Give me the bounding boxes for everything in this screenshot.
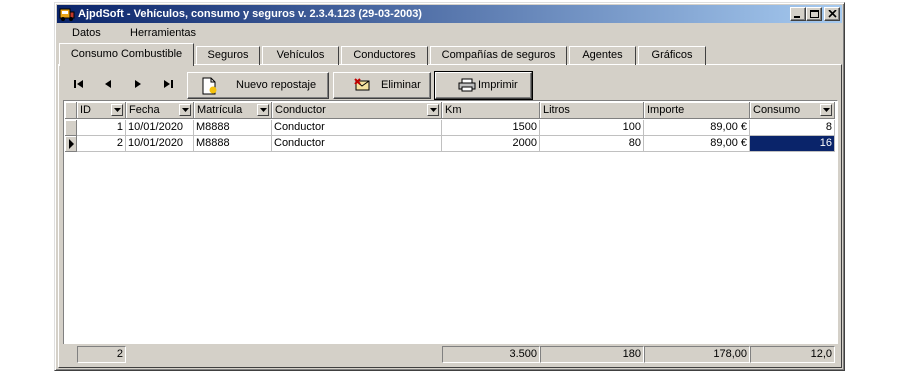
row-indicator[interactable] (65, 136, 77, 152)
new-refuel-label: Nuevo repostaje (236, 79, 317, 91)
delete-label: Eliminar (381, 79, 421, 91)
col-header-conductor[interactable]: Conductor (272, 102, 442, 119)
table-cell[interactable]: 80 (540, 136, 644, 152)
maximize-button[interactable] (806, 7, 822, 21)
chevron-down-icon[interactable] (820, 104, 832, 116)
table-cell[interactable]: 8 (750, 120, 835, 136)
close-button[interactable] (824, 7, 840, 21)
table-cell[interactable]: 1500 (442, 120, 540, 136)
table-cell[interactable]: 10/01/2020 (126, 136, 194, 152)
minimize-button[interactable] (790, 7, 806, 21)
tab-strip: Consumo Combustible Seguros Vehículos Co… (55, 43, 844, 66)
tab-vehiculos[interactable]: Vehículos (262, 46, 339, 65)
col-header-km[interactable]: Km (442, 102, 540, 119)
chevron-down-icon[interactable] (257, 104, 269, 116)
table-cell[interactable]: 89,00 € (644, 120, 750, 136)
table-cell[interactable]: 2000 (442, 136, 540, 152)
total-km: 3.500 (442, 346, 540, 363)
tab-seguros[interactable]: Seguros (196, 46, 260, 65)
total-importe: 178,00 (644, 346, 750, 363)
selected-cell[interactable]: 16 (750, 136, 835, 152)
tab-agentes[interactable]: Agentes (569, 46, 636, 65)
col-header-matricula[interactable]: Matrícula (194, 102, 272, 119)
chevron-down-icon[interactable] (179, 104, 191, 116)
total-id-count: 2 (77, 346, 126, 363)
total-litros: 180 (540, 346, 644, 363)
table-cell[interactable]: 10/01/2020 (126, 120, 194, 136)
col-header-consumo[interactable]: Consumo (750, 102, 835, 119)
title-bar[interactable]: AjpdSoft - Vehículos, consumo y seguros … (57, 5, 842, 23)
app-icon (59, 8, 75, 21)
new-refuel-button[interactable]: Nuevo repostaje (187, 72, 329, 99)
delete-icon (354, 78, 370, 91)
col-header-fecha[interactable]: Fecha (126, 102, 194, 119)
next-record-icon[interactable] (131, 77, 145, 91)
print-button[interactable]: Imprimir (434, 71, 533, 100)
row-indicator[interactable] (65, 120, 77, 136)
chevron-down-icon[interactable] (111, 104, 123, 116)
window-title: AjpdSoft - Vehículos, consumo y seguros … (78, 8, 422, 20)
last-record-icon[interactable] (161, 77, 175, 91)
col-header-id[interactable]: ID (77, 102, 126, 119)
printer-icon (458, 78, 476, 92)
table-cell[interactable]: 2 (77, 136, 126, 152)
table-cell[interactable]: M8888 (194, 120, 272, 136)
data-grid[interactable]: ID Fecha Matrícula Conductor Km Litros I… (63, 100, 838, 362)
total-consumo: 12,0 (750, 346, 835, 363)
maximize-icon (810, 10, 819, 18)
table-cell[interactable]: Conductor (272, 120, 442, 136)
first-record-icon[interactable] (72, 77, 86, 91)
menu-bar: Datos Herramientas (57, 24, 842, 43)
table-cell[interactable]: 1 (77, 120, 126, 136)
delete-button[interactable]: Eliminar (333, 72, 431, 99)
prior-record-icon[interactable] (101, 77, 115, 91)
tab-conductores[interactable]: Conductores (341, 46, 428, 65)
col-header-importe[interactable]: Importe (644, 102, 750, 119)
grid-corner (65, 102, 77, 119)
minimize-icon (794, 16, 800, 18)
table-cell[interactable]: M8888 (194, 136, 272, 152)
tab-consumo-combustible[interactable]: Consumo Combustible (59, 43, 194, 66)
chevron-down-icon[interactable] (427, 104, 439, 116)
menu-datos[interactable]: Datos (72, 27, 101, 39)
col-header-litros[interactable]: Litros (540, 102, 644, 119)
current-row-arrow-icon (69, 139, 74, 149)
close-icon (828, 10, 837, 18)
new-document-icon (202, 77, 217, 95)
menu-herramientas[interactable]: Herramientas (130, 27, 196, 39)
table-cell[interactable]: 89,00 € (644, 136, 750, 152)
main-window: AjpdSoft - Vehículos, consumo y seguros … (54, 2, 845, 371)
tab-companias-seguros[interactable]: Compañías de seguros (430, 46, 567, 65)
tab-graficos[interactable]: Gráficos (638, 46, 706, 65)
table-cell[interactable]: Conductor (272, 136, 442, 152)
totals-footer: 2 3.500 180 178,00 12,0 (63, 344, 838, 365)
print-label: Imprimir (478, 79, 518, 91)
table-cell[interactable]: 100 (540, 120, 644, 136)
